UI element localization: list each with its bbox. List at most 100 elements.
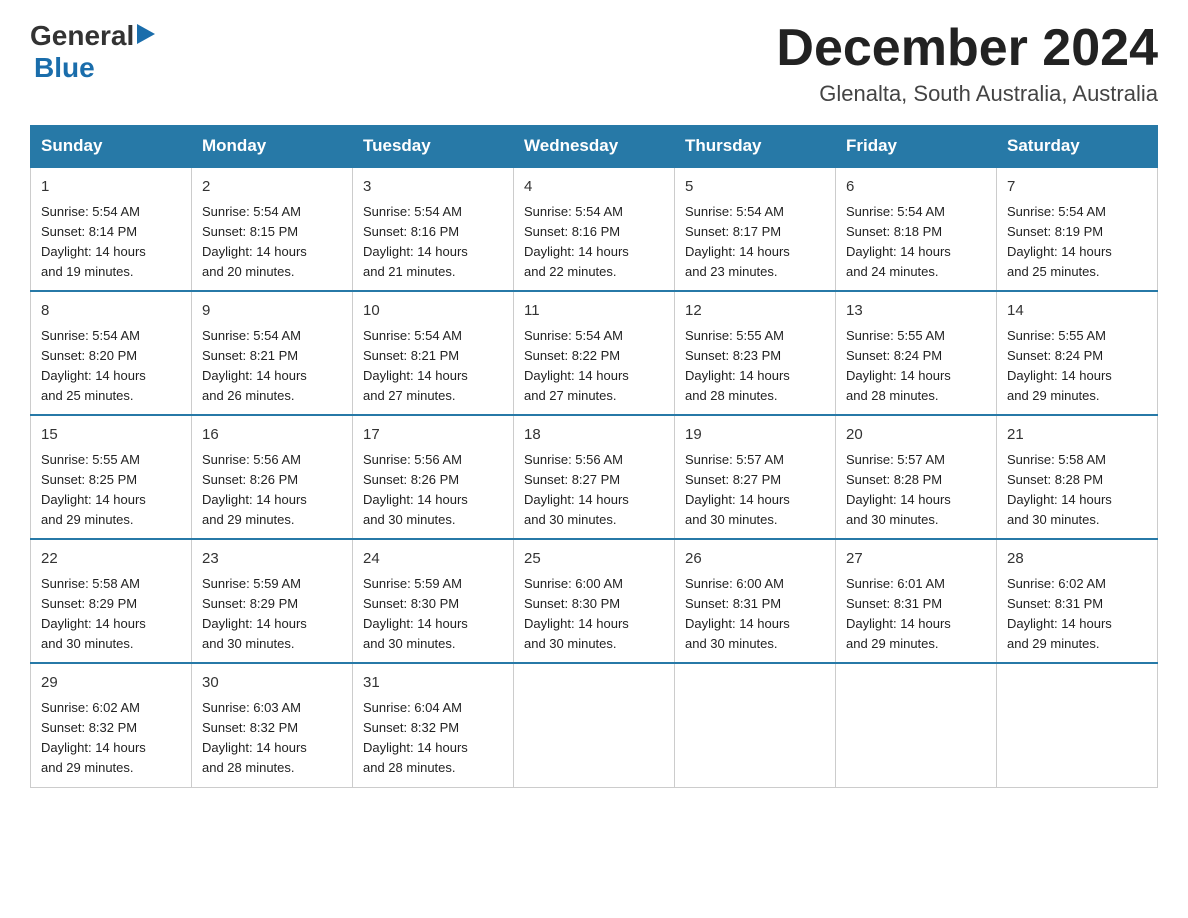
day-info: Sunrise: 5:54 AMSunset: 8:20 PMDaylight:… <box>41 326 181 407</box>
logo-general-text: General <box>30 20 134 52</box>
day-number: 30 <box>202 672 342 695</box>
day-info: Sunrise: 5:58 AMSunset: 8:28 PMDaylight:… <box>1007 450 1147 531</box>
title-area: December 2024 Glenalta, South Australia,… <box>776 20 1158 107</box>
calendar-day-header: Thursday <box>675 126 836 168</box>
calendar-day-cell: 14 Sunrise: 5:55 AMSunset: 8:24 PMDayligh… <box>997 291 1158 415</box>
calendar-day-header: Saturday <box>997 126 1158 168</box>
day-number: 29 <box>41 672 181 695</box>
day-info: Sunrise: 5:56 AMSunset: 8:26 PMDaylight:… <box>363 450 503 531</box>
day-info: Sunrise: 5:55 AMSunset: 8:25 PMDaylight:… <box>41 450 181 531</box>
day-number: 10 <box>363 300 503 323</box>
day-info: Sunrise: 5:54 AMSunset: 8:19 PMDaylight:… <box>1007 202 1147 283</box>
day-number: 11 <box>524 300 664 323</box>
day-info: Sunrise: 5:55 AMSunset: 8:24 PMDaylight:… <box>846 326 986 407</box>
calendar-day-cell <box>514 663 675 787</box>
day-info: Sunrise: 5:54 AMSunset: 8:21 PMDaylight:… <box>363 326 503 407</box>
logo-triangle-icon <box>137 24 155 49</box>
calendar-day-cell: 28Sunrise: 6:02 AMSunset: 8:31 PMDayligh… <box>997 539 1158 663</box>
calendar-day-cell: 8 Sunrise: 5:54 AMSunset: 8:20 PMDaylight… <box>31 291 192 415</box>
calendar-day-header: Monday <box>192 126 353 168</box>
day-info: Sunrise: 6:04 AMSunset: 8:32 PMDaylight:… <box>363 698 503 779</box>
day-number: 7 <box>1007 176 1147 199</box>
calendar-day-cell: 13 Sunrise: 5:55 AMSunset: 8:24 PMDayligh… <box>836 291 997 415</box>
day-number: 26 <box>685 548 825 571</box>
day-number: 8 <box>41 300 181 323</box>
calendar-day-cell: 24Sunrise: 5:59 AMSunset: 8:30 PMDayligh… <box>353 539 514 663</box>
calendar-day-cell: 10 Sunrise: 5:54 AMSunset: 8:21 PMDayligh… <box>353 291 514 415</box>
calendar-week-row: 1 Sunrise: 5:54 AMSunset: 8:14 PMDaylight… <box>31 167 1158 291</box>
day-info: Sunrise: 5:57 AMSunset: 8:27 PMDaylight:… <box>685 450 825 531</box>
day-number: 4 <box>524 176 664 199</box>
day-number: 31 <box>363 672 503 695</box>
day-number: 2 <box>202 176 342 199</box>
day-number: 13 <box>846 300 986 323</box>
day-number: 22 <box>41 548 181 571</box>
calendar-day-cell: 1 Sunrise: 5:54 AMSunset: 8:14 PMDaylight… <box>31 167 192 291</box>
calendar-week-row: 29 Sunrise: 6:02 AMSunset: 8:32 PMDayligh… <box>31 663 1158 787</box>
calendar-day-cell <box>836 663 997 787</box>
day-info: Sunrise: 5:54 AMSunset: 8:15 PMDaylight:… <box>202 202 342 283</box>
calendar-day-cell: 22 Sunrise: 5:58 AMSunset: 8:29 PMDayligh… <box>31 539 192 663</box>
day-info: Sunrise: 6:02 AMSunset: 8:32 PMDaylight:… <box>41 698 181 779</box>
day-info: Sunrise: 5:57 AMSunset: 8:28 PMDaylight:… <box>846 450 986 531</box>
calendar-day-cell: 3Sunrise: 5:54 AMSunset: 8:16 PMDaylight… <box>353 167 514 291</box>
calendar-day-cell <box>675 663 836 787</box>
calendar-day-cell: 27 Sunrise: 6:01 AMSunset: 8:31 PMDayligh… <box>836 539 997 663</box>
calendar-day-cell: 11 Sunrise: 5:54 AMSunset: 8:22 PMDayligh… <box>514 291 675 415</box>
day-info: Sunrise: 5:54 AMSunset: 8:16 PMDaylight:… <box>524 202 664 283</box>
day-info: Sunrise: 5:54 AMSunset: 8:22 PMDaylight:… <box>524 326 664 407</box>
day-info: Sunrise: 5:54 AMSunset: 8:14 PMDaylight:… <box>41 202 181 283</box>
calendar-day-cell: 2 Sunrise: 5:54 AMSunset: 8:15 PMDaylight… <box>192 167 353 291</box>
day-info: Sunrise: 5:59 AMSunset: 8:30 PMDaylight:… <box>363 574 503 655</box>
calendar-day-cell: 29 Sunrise: 6:02 AMSunset: 8:32 PMDayligh… <box>31 663 192 787</box>
calendar-day-cell: 30Sunrise: 6:03 AMSunset: 8:32 PMDayligh… <box>192 663 353 787</box>
calendar-day-cell: 15Sunrise: 5:55 AMSunset: 8:25 PMDayligh… <box>31 415 192 539</box>
calendar-day-cell: 21 Sunrise: 5:58 AMSunset: 8:28 PMDayligh… <box>997 415 1158 539</box>
calendar-week-row: 15Sunrise: 5:55 AMSunset: 8:25 PMDayligh… <box>31 415 1158 539</box>
day-info: Sunrise: 6:01 AMSunset: 8:31 PMDaylight:… <box>846 574 986 655</box>
page-header: General Blue December 2024 Glenalta, Sou… <box>30 20 1158 107</box>
calendar-day-header: Friday <box>836 126 997 168</box>
day-number: 1 <box>41 176 181 199</box>
day-info: Sunrise: 5:54 AMSunset: 8:21 PMDaylight:… <box>202 326 342 407</box>
calendar-day-cell: 17Sunrise: 5:56 AMSunset: 8:26 PMDayligh… <box>353 415 514 539</box>
day-number: 5 <box>685 176 825 199</box>
day-number: 25 <box>524 548 664 571</box>
calendar-day-cell: 23Sunrise: 5:59 AMSunset: 8:29 PMDayligh… <box>192 539 353 663</box>
day-number: 23 <box>202 548 342 571</box>
day-info: Sunrise: 5:56 AMSunset: 8:27 PMDaylight:… <box>524 450 664 531</box>
day-number: 16 <box>202 424 342 447</box>
day-number: 27 <box>846 548 986 571</box>
calendar-day-cell: 5 Sunrise: 5:54 AMSunset: 8:17 PMDaylight… <box>675 167 836 291</box>
calendar-table: SundayMondayTuesdayWednesdayThursdayFrid… <box>30 125 1158 787</box>
day-number: 3 <box>363 176 503 199</box>
calendar-day-header: Wednesday <box>514 126 675 168</box>
day-info: Sunrise: 5:54 AMSunset: 8:17 PMDaylight:… <box>685 202 825 283</box>
day-number: 14 <box>1007 300 1147 323</box>
calendar-day-cell: 19 Sunrise: 5:57 AMSunset: 8:27 PMDayligh… <box>675 415 836 539</box>
day-number: 28 <box>1007 548 1147 571</box>
calendar-day-cell: 20 Sunrise: 5:57 AMSunset: 8:28 PMDayligh… <box>836 415 997 539</box>
calendar-day-cell: 16 Sunrise: 5:56 AMSunset: 8:26 PMDayligh… <box>192 415 353 539</box>
calendar-day-cell: 12Sunrise: 5:55 AMSunset: 8:23 PMDayligh… <box>675 291 836 415</box>
day-number: 21 <box>1007 424 1147 447</box>
day-info: Sunrise: 5:56 AMSunset: 8:26 PMDaylight:… <box>202 450 342 531</box>
calendar-day-cell: 31 Sunrise: 6:04 AMSunset: 8:32 PMDayligh… <box>353 663 514 787</box>
calendar-day-cell: 9Sunrise: 5:54 AMSunset: 8:21 PMDaylight… <box>192 291 353 415</box>
calendar-day-cell: 6Sunrise: 5:54 AMSunset: 8:18 PMDaylight… <box>836 167 997 291</box>
day-info: Sunrise: 6:00 AMSunset: 8:30 PMDaylight:… <box>524 574 664 655</box>
calendar-week-row: 22 Sunrise: 5:58 AMSunset: 8:29 PMDayligh… <box>31 539 1158 663</box>
calendar-title: December 2024 <box>776 20 1158 77</box>
day-info: Sunrise: 5:55 AMSunset: 8:24 PMDaylight:… <box>1007 326 1147 407</box>
calendar-day-cell: 4 Sunrise: 5:54 AMSunset: 8:16 PMDaylight… <box>514 167 675 291</box>
day-number: 18 <box>524 424 664 447</box>
day-info: Sunrise: 5:58 AMSunset: 8:29 PMDaylight:… <box>41 574 181 655</box>
day-info: Sunrise: 5:55 AMSunset: 8:23 PMDaylight:… <box>685 326 825 407</box>
calendar-day-cell: 18 Sunrise: 5:56 AMSunset: 8:27 PMDayligh… <box>514 415 675 539</box>
calendar-day-cell <box>997 663 1158 787</box>
calendar-day-header: Sunday <box>31 126 192 168</box>
day-number: 19 <box>685 424 825 447</box>
day-number: 20 <box>846 424 986 447</box>
day-info: Sunrise: 6:00 AMSunset: 8:31 PMDaylight:… <box>685 574 825 655</box>
logo-blue-text: Blue <box>34 52 95 83</box>
